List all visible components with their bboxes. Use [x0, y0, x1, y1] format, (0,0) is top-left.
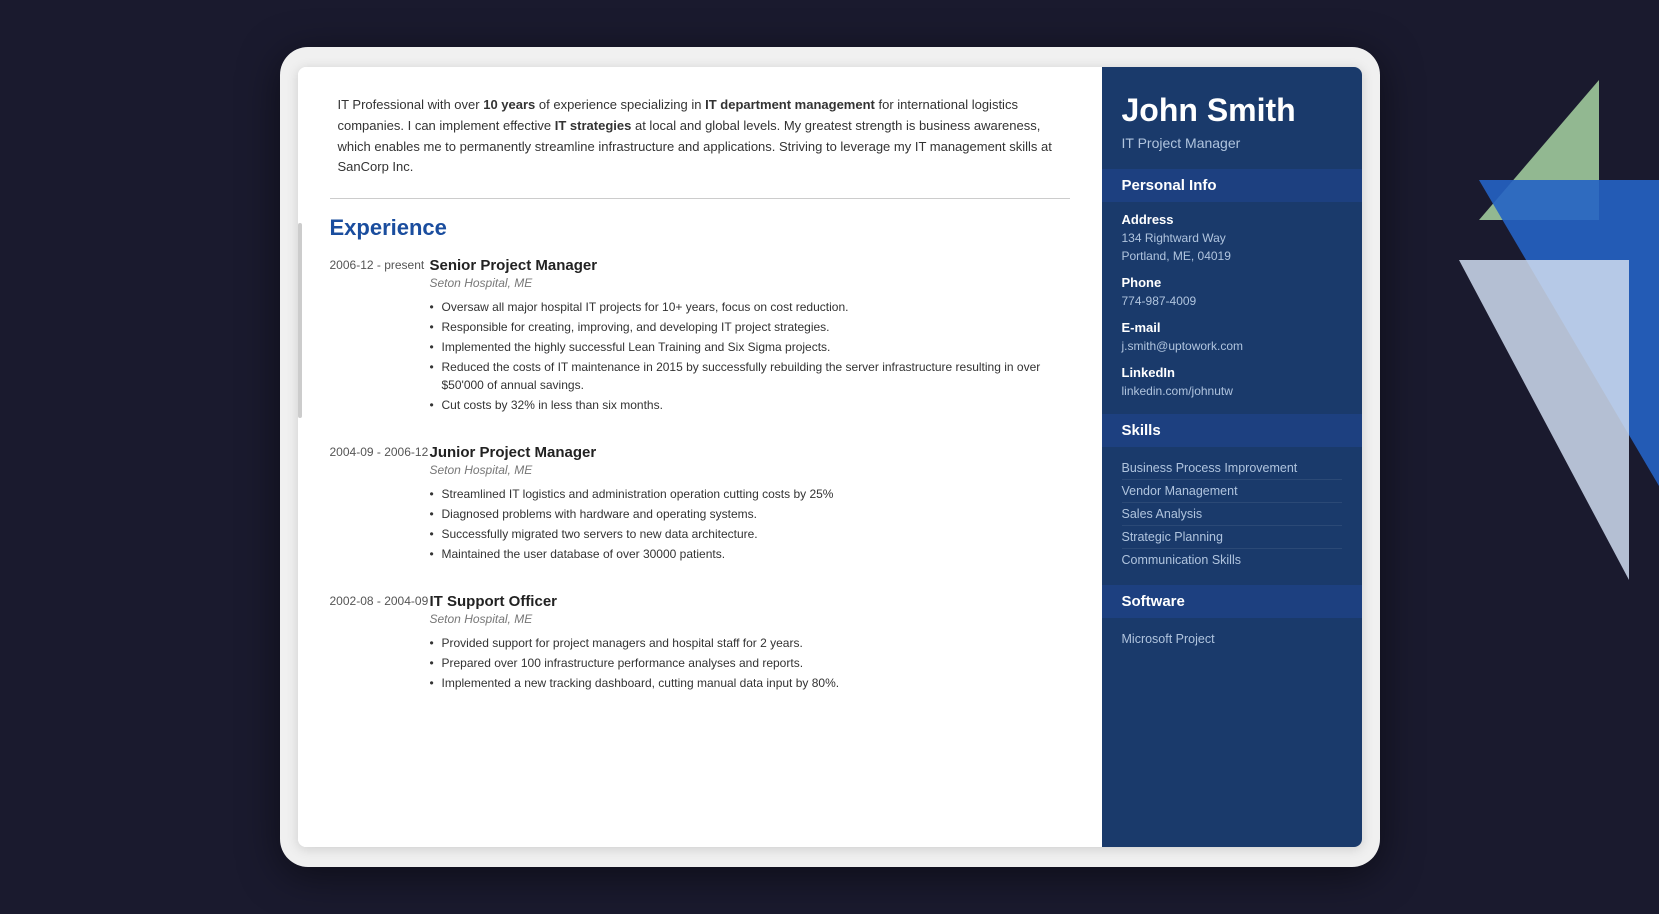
exp-title-1: Senior Project Manager	[430, 257, 1070, 274]
exp-company-1: Seton Hospital, ME	[430, 276, 1070, 290]
personal-info-header: Personal Info	[1102, 169, 1362, 202]
email-label: E-mail	[1122, 320, 1342, 335]
software-header: Software	[1102, 585, 1362, 618]
software-content: Microsoft Project	[1102, 628, 1362, 664]
candidate-name: John Smith	[1122, 91, 1342, 129]
exp-bullets-3: Provided support for project managers an…	[430, 634, 1070, 692]
linkedin-label: LinkedIn	[1122, 365, 1342, 380]
address-label: Address	[1122, 212, 1342, 227]
divider	[330, 198, 1070, 199]
phone-label: Phone	[1122, 275, 1342, 290]
experience-item-3: 2002-08 - 2004-09 IT Support Officer Set…	[330, 593, 1070, 694]
exp-bullets-1: Oversaw all major hospital IT projects f…	[430, 298, 1070, 414]
triangle-blue	[1479, 180, 1659, 520]
experience-item-2: 2004-09 - 2006-12 Junior Project Manager…	[330, 444, 1070, 565]
sidebar-header: John Smith IT Project Manager	[1102, 67, 1362, 169]
bullet: Cut costs by 32% in less than six months…	[430, 396, 1070, 414]
personal-info-content: Address 134 Rightward Way Portland, ME, …	[1102, 212, 1362, 414]
summary-paragraph: IT Professional with over 10 years of ex…	[330, 95, 1070, 178]
phone-value: 774-987-4009	[1122, 292, 1342, 310]
tablet-frame: IT Professional with over 10 years of ex…	[280, 47, 1380, 867]
bullet: Diagnosed problems with hardware and ope…	[430, 505, 1070, 523]
exp-content-3: IT Support Officer Seton Hospital, ME Pr…	[430, 593, 1070, 694]
exp-company-2: Seton Hospital, ME	[430, 463, 1070, 477]
bullet: Streamlined IT logistics and administrat…	[430, 485, 1070, 503]
bullet: Maintained the user database of over 300…	[430, 545, 1070, 563]
bullet: Implemented a new tracking dashboard, cu…	[430, 674, 1070, 692]
exp-title-3: IT Support Officer	[430, 593, 1070, 610]
exp-date-3: 2002-08 - 2004-09	[330, 593, 430, 694]
exp-content-2: Junior Project Manager Seton Hospital, M…	[430, 444, 1070, 565]
software-item-0: Microsoft Project	[1122, 628, 1342, 650]
email-value: j.smith@uptowork.com	[1122, 337, 1342, 355]
exp-bullets-2: Streamlined IT logistics and administrat…	[430, 485, 1070, 563]
resume-left-panel: IT Professional with over 10 years of ex…	[298, 67, 1102, 847]
skill-item-0: Business Process Improvement	[1122, 457, 1342, 480]
triangle-green	[1479, 80, 1599, 220]
exp-content-1: Senior Project Manager Seton Hospital, M…	[430, 257, 1070, 416]
bullet: Successfully migrated two servers to new…	[430, 525, 1070, 543]
address-value: 134 Rightward Way Portland, ME, 04019	[1122, 229, 1342, 265]
skills-content: Business Process Improvement Vendor Mana…	[1102, 457, 1362, 585]
exp-date-1: 2006-12 - present	[330, 257, 430, 416]
bullet: Oversaw all major hospital IT projects f…	[430, 298, 1070, 316]
exp-date-2: 2004-09 - 2006-12	[330, 444, 430, 565]
bullet: Reduced the costs of IT maintenance in 2…	[430, 358, 1070, 394]
exp-title-2: Junior Project Manager	[430, 444, 1070, 461]
exp-company-3: Seton Hospital, ME	[430, 612, 1070, 626]
experience-heading: Experience	[330, 215, 1070, 241]
triangle-white	[1459, 260, 1629, 580]
skill-item-4: Communication Skills	[1122, 549, 1342, 571]
linkedin-value: linkedin.com/johnutw	[1122, 382, 1342, 400]
candidate-job-title: IT Project Manager	[1122, 135, 1342, 151]
scroll-bar[interactable]	[298, 223, 302, 418]
resume-document: IT Professional with over 10 years of ex…	[298, 67, 1362, 847]
bullet: Implemented the highly successful Lean T…	[430, 338, 1070, 356]
bullet: Provided support for project managers an…	[430, 634, 1070, 652]
bullet: Responsible for creating, improving, and…	[430, 318, 1070, 336]
resume-sidebar: John Smith IT Project Manager Personal I…	[1102, 67, 1362, 847]
bullet: Prepared over 100 infrastructure perform…	[430, 654, 1070, 672]
skills-header: Skills	[1102, 414, 1362, 447]
skill-item-2: Sales Analysis	[1122, 503, 1342, 526]
skill-item-3: Strategic Planning	[1122, 526, 1342, 549]
skill-item-1: Vendor Management	[1122, 480, 1342, 503]
experience-item-1: 2006-12 - present Senior Project Manager…	[330, 257, 1070, 416]
